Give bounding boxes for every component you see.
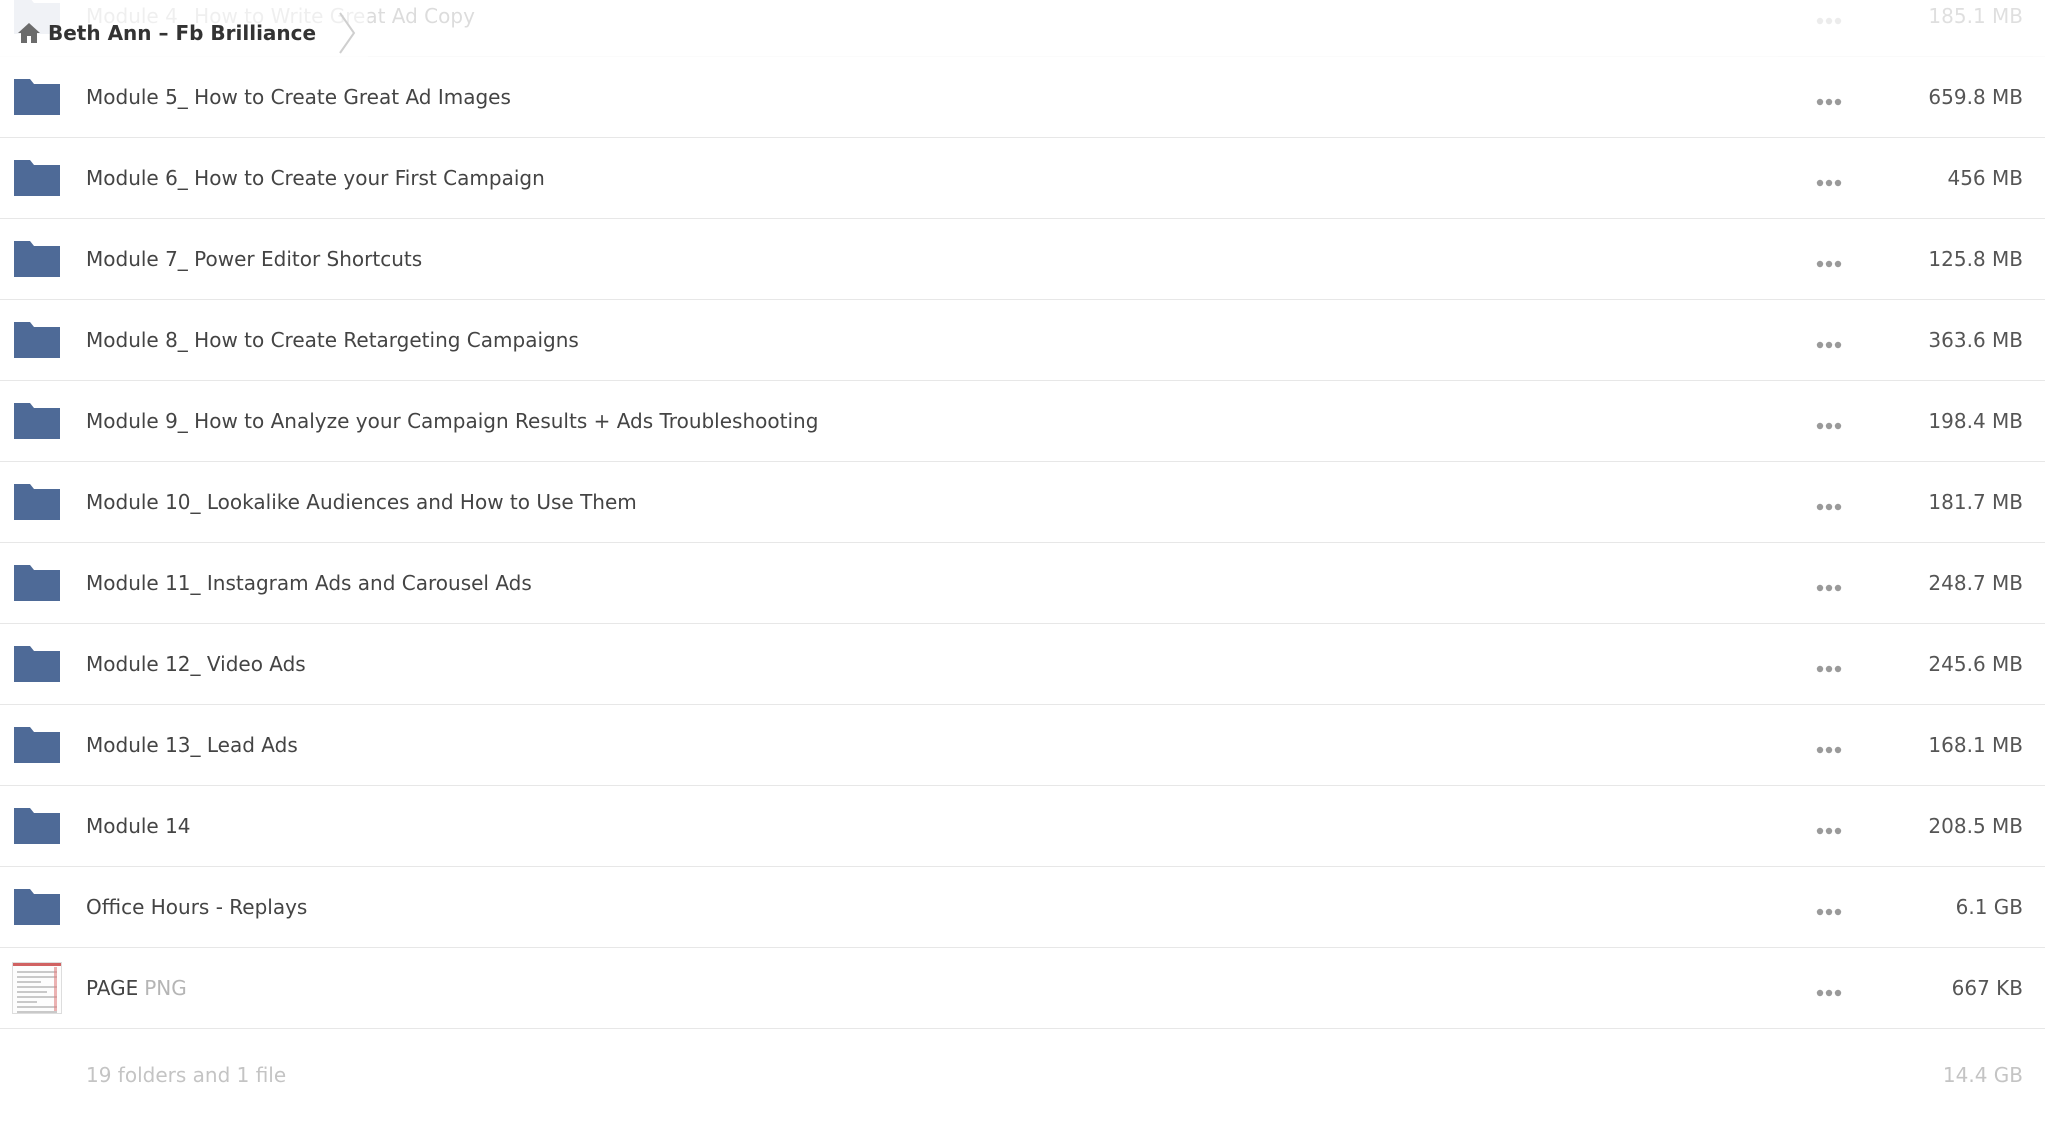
more-options-icon[interactable] [1816,659,1842,673]
more-options-icon[interactable] [1816,173,1842,187]
item-name[interactable]: Module 14 [86,814,191,838]
more-options-icon[interactable] [1816,335,1842,349]
item-size: 168.1 MB [1928,733,2023,757]
list-item[interactable]: Office Hours - Replays 6.1 GB [0,867,2045,948]
more-options-icon[interactable] [1816,497,1842,511]
more-options-icon[interactable] [1816,902,1842,916]
list-item[interactable]: PAGE PNG 667 KB [0,948,2045,1029]
file-browser: Beth Ann – Fb Brilliance Module 4_ How t… [0,0,2045,1140]
item-name[interactable]: Module 7_ Power Editor Shortcuts [86,247,422,271]
item-name[interactable]: Office Hours - Replays [86,895,307,919]
folder-summary: 19 folders and 1 file 14.4 GB [0,1029,2045,1119]
more-options-icon[interactable] [1816,821,1842,835]
item-size: 185.1 MB [1928,4,2023,28]
item-name[interactable]: Module 6_ How to Create your First Campa… [86,166,545,190]
item-size: 245.6 MB [1928,652,2023,676]
item-size: 363.6 MB [1928,328,2023,352]
folder-icon [14,320,60,360]
item-count: 19 folders and 1 file [86,1063,287,1087]
item-name[interactable]: Module 9_ How to Analyze your Campaign R… [86,409,818,433]
item-name[interactable]: Module 5_ How to Create Great Ad Images [86,85,511,109]
item-name[interactable]: Module 12_ Video Ads [86,652,306,676]
item-name[interactable]: Module 13_ Lead Ads [86,733,298,757]
list-item[interactable]: Module 9_ How to Analyze your Campaign R… [0,381,2045,462]
breadcrumb: Beth Ann – Fb Brilliance [0,0,369,66]
folder-icon [14,887,60,927]
more-options-icon[interactable] [1816,416,1842,430]
list-item[interactable]: Module 12_ Video Ads 245.6 MB [0,624,2045,705]
chevron-right-icon [336,11,362,55]
item-size: 6.1 GB [1955,895,2023,919]
folder-icon [14,239,60,279]
list-item[interactable]: Module 10_ Lookalike Audiences and How t… [0,462,2045,543]
image-thumbnail[interactable] [12,962,62,1014]
item-size: 125.8 MB [1928,247,2023,271]
list-item[interactable]: Module 8_ How to Create Retargeting Camp… [0,300,2045,381]
folder-icon [14,482,60,522]
list-item[interactable]: Module 5_ How to Create Great Ad Images … [0,57,2045,138]
more-options-icon[interactable] [1816,740,1842,754]
folder-icon [14,725,60,765]
file-list: Module 4_ How to Write Great Ad Copy 185… [0,0,2045,1119]
item-size: 208.5 MB [1928,814,2023,838]
breadcrumb-current[interactable]: Beth Ann – Fb Brilliance [48,21,316,45]
folder-icon [14,158,60,198]
list-item[interactable]: Module 14 208.5 MB [0,786,2045,867]
file-extension: PNG [144,976,187,1000]
more-options-icon[interactable] [1816,578,1842,592]
folder-icon [14,806,60,846]
more-options-icon[interactable] [1816,11,1842,25]
folder-icon [14,77,60,117]
home-icon[interactable] [16,20,42,46]
item-size: 181.7 MB [1928,490,2023,514]
item-size: 456 MB [1947,166,2023,190]
item-size: 198.4 MB [1928,409,2023,433]
item-name[interactable]: Module 11_ Instagram Ads and Carousel Ad… [86,571,532,595]
item-name[interactable]: Module 8_ How to Create Retargeting Camp… [86,328,579,352]
item-name[interactable]: Module 10_ Lookalike Audiences and How t… [86,490,637,514]
folder-icon [14,401,60,441]
list-item[interactable]: Module 13_ Lead Ads 168.1 MB [0,705,2045,786]
list-item[interactable]: Module 7_ Power Editor Shortcuts 125.8 M… [0,219,2045,300]
more-options-icon[interactable] [1816,254,1842,268]
item-size: 659.8 MB [1928,85,2023,109]
total-size: 14.4 GB [1942,1063,2023,1087]
folder-icon [14,563,60,603]
more-options-icon[interactable] [1816,983,1842,997]
list-item[interactable]: Module 6_ How to Create your First Campa… [0,138,2045,219]
folder-icon [14,644,60,684]
item-name[interactable]: PAGE PNG [86,976,187,1000]
more-options-icon[interactable] [1816,92,1842,106]
item-size: 667 KB [1951,976,2023,1000]
file-name: PAGE [86,976,139,1000]
list-item[interactable]: Module 11_ Instagram Ads and Carousel Ad… [0,543,2045,624]
item-size: 248.7 MB [1928,571,2023,595]
